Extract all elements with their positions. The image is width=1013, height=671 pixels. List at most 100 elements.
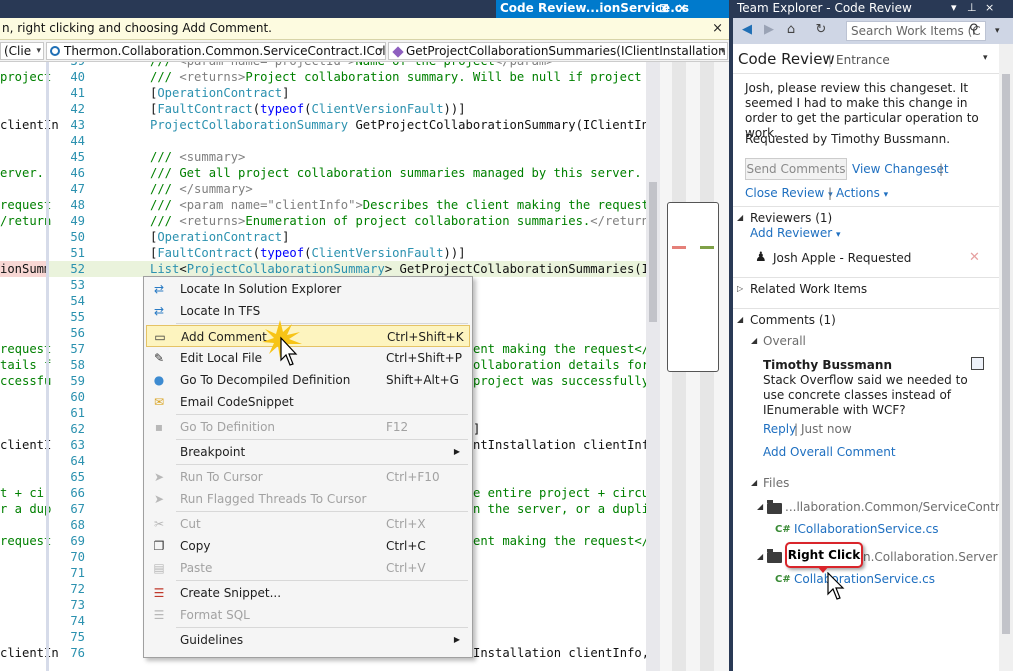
nav-project-dropdown[interactable]: (Clie ▾ — [0, 42, 44, 60]
menu-item-label: Paste — [180, 561, 213, 575]
code-line[interactable]: 50 [OperationContract] — [49, 229, 646, 245]
menu-item-run-flagged-threads-to-cursor[interactable]: ➤ Run Flagged Threads To Cursor — [146, 488, 470, 510]
editor-vertical-scrollbar[interactable] — [646, 62, 660, 671]
overview-change-removed — [672, 246, 686, 249]
code-line[interactable]: 40 /// <returns>Project collaboration sum… — [49, 69, 646, 85]
view-changeset-link[interactable]: View Changeset — [852, 162, 949, 177]
menu-item-go-to-definition[interactable]: ▪ Go To Definition F12 — [146, 416, 470, 438]
work-items-search-input[interactable]: Search Work Items (C — [846, 21, 986, 41]
team-explorer-panel: Team Explorer - Code Review ▾ ⊥ × ◀ ▶ ⌂ … — [733, 0, 1013, 671]
chevron-down-icon: ▾ — [378, 46, 383, 56]
team-explorer-scrollbar[interactable] — [999, 44, 1013, 671]
code-line[interactable]: 52 List<ProjectCollaborationSummary> GetP… — [49, 261, 646, 277]
diff-overview-map[interactable] — [660, 62, 729, 671]
menu-item-format-sql[interactable]: ☰ Format SQL — [146, 604, 470, 626]
code-line[interactable]: 39 /// <param name="projectId">Name of th… — [49, 62, 646, 69]
menu-item-run-to-cursor[interactable]: ➤ Run To Cursor Ctrl+F10 — [146, 466, 470, 488]
run-flagged-icon: ➤ — [153, 492, 165, 506]
menu-item-label: Edit Local File — [180, 351, 263, 365]
pin-icon[interactable]: ⊠ — [659, 0, 669, 17]
close-icon[interactable]: × — [985, 0, 994, 16]
person-icon: ♟ — [755, 250, 767, 265]
code-text: [OperationContract] — [150, 86, 290, 100]
code-line[interactable]: 43 ProjectCollaborationSummary GetProject… — [49, 117, 646, 133]
split-pane-code-fragment: erver. — [0, 166, 45, 180]
close-tip-icon[interactable]: × — [712, 18, 723, 39]
comments-section-header[interactable]: ◢ Comments (1) — [733, 308, 999, 332]
back-icon[interactable]: ◀ — [739, 22, 755, 38]
actions-link[interactable]: Actions ▾ — [836, 186, 888, 203]
menu-item-edit-local-file[interactable]: ✎ Edit Local File Ctrl+Shift+P — [146, 347, 470, 369]
overview-viewport[interactable] — [667, 202, 719, 372]
collapse-triangle-icon[interactable]: ◢ — [751, 478, 757, 487]
menu-item-locate-in-solution-explorer[interactable]: ⇄ Locate In Solution Explorer — [146, 278, 470, 300]
code-line[interactable]: 51 [FaultContract(typeof(ClientVersionFau… — [49, 245, 646, 261]
send-comments-button[interactable]: Send Comments — [745, 158, 847, 180]
related-work-items-section-header[interactable]: ▷ Related Work Items — [733, 277, 999, 301]
menu-item-paste[interactable]: ▤ Paste Ctrl+V — [146, 557, 470, 579]
files-group-header: Files — [763, 476, 790, 490]
code-line[interactable]: 48 /// <param name="clientInfo">Describes… — [49, 197, 646, 213]
collapse-triangle-icon: ◢ — [737, 213, 744, 222]
menu-item-label: Go To Decompiled Definition — [180, 373, 351, 387]
menu-item-email-codesnippet[interactable]: ✉ Email CodeSnippet — [146, 391, 470, 413]
file-link[interactable]: CollaborationService.cs — [794, 572, 935, 587]
chevron-down-icon[interactable]: ▾ — [995, 21, 1000, 41]
code-line[interactable]: 41 [OperationContract] — [49, 85, 646, 101]
comment-resolved-checkbox[interactable] — [971, 357, 984, 370]
code-line[interactable]: 46 /// Get all project collaboration summ… — [49, 165, 646, 181]
pane-divider[interactable] — [729, 0, 733, 671]
code-line[interactable]: 44 — [49, 133, 646, 149]
sync-arrows-icon: ⇄ — [153, 304, 165, 318]
scrollbar-thumb[interactable] — [649, 182, 657, 322]
line-number: 67 — [70, 502, 85, 516]
menu-item-shortcut: Shift+Alt+G — [386, 373, 459, 387]
menu-item-copy[interactable]: ❐ Copy Ctrl+C — [146, 535, 470, 557]
copy-icon: ❐ — [153, 539, 165, 553]
code-line[interactable]: 49 /// <returns>Enumeration of project co… — [49, 213, 646, 229]
nav-member-dropdown[interactable]: GetProjectCollaborationSummaries(IClient… — [388, 42, 728, 60]
collapse-triangle-icon[interactable]: ◢ — [757, 502, 763, 511]
code-text: [OperationContract] — [150, 230, 290, 244]
collapse-triangle-icon[interactable]: ◢ — [757, 552, 763, 561]
menu-item-add-comment[interactable]: ▭ Add Comment Ctrl+Shift+K — [146, 325, 470, 347]
search-icon[interactable]: ⚲ — [969, 22, 979, 37]
menu-item-cut[interactable]: ✂ Cut Ctrl+X — [146, 513, 470, 535]
add-reviewer-label: Add Reviewer — [750, 226, 833, 240]
pin-icon[interactable]: ⊥ — [967, 0, 977, 16]
refresh-icon[interactable]: ↻ — [813, 22, 829, 38]
code-line[interactable]: 42 [FaultContract(typeof(ClientVersionFau… — [49, 101, 646, 117]
decompile-icon: ● — [153, 373, 165, 387]
split-pane-code-fragment: r a dup — [0, 502, 52, 516]
menu-item-breakpoint[interactable]: Breakpoint ▶ — [146, 441, 470, 463]
menu-item-label: Run Flagged Threads To Cursor — [180, 492, 367, 506]
split-pane-code-fragment: request — [0, 198, 52, 212]
goto-definition-icon: ▪ — [154, 420, 164, 434]
code-line[interactable]: 45 /// <summary> — [49, 149, 646, 165]
add-overall-comment-link[interactable]: Add Overall Comment — [763, 445, 896, 460]
collapse-triangle-icon[interactable]: ◢ — [751, 336, 757, 345]
menu-item-locate-in-tfs[interactable]: ⇄ Locate In TFS — [146, 300, 470, 322]
nav-type-dropdown[interactable]: Thermon.Collaboration.Common.ServiceCont… — [46, 42, 386, 60]
file-link[interactable]: ICollaborationService.cs — [794, 522, 939, 537]
close-review-link[interactable]: Close Review ▾ — [745, 186, 833, 203]
split-pane-code-fragment: request — [0, 534, 52, 548]
line-number: 44 — [70, 134, 85, 148]
add-reviewer-link[interactable]: Add Reviewer ▾ — [750, 226, 841, 243]
close-tab-icon[interactable]: × — [677, 0, 687, 17]
reply-link[interactable]: Reply — [763, 422, 796, 437]
forward-icon[interactable]: ▶ — [761, 22, 777, 38]
window-menu-icon[interactable]: ▾ — [951, 0, 957, 16]
chevron-down-icon[interactable]: ▾ — [983, 53, 988, 63]
home-icon[interactable]: ⌂ — [783, 22, 799, 38]
menu-item-guidelines[interactable]: Guidelines ▶ — [146, 629, 470, 651]
menu-item-label: Email CodeSnippet — [180, 395, 294, 409]
document-tab[interactable]: Code Review...ionService.cs ⊠ × — [496, 0, 729, 18]
menu-item-shortcut: Ctrl+F10 — [386, 470, 440, 484]
scrollbar-thumb[interactable] — [1002, 74, 1010, 634]
remove-reviewer-icon[interactable]: ✕ — [969, 250, 980, 265]
code-line[interactable]: 47 /// </summary> — [49, 181, 646, 197]
menu-item-create-snippet[interactable]: ☰ Create Snippet... — [146, 582, 470, 604]
split-pane-code-fragment: /return — [0, 214, 52, 228]
menu-item-go-to-decompiled-definition[interactable]: ● Go To Decompiled Definition Shift+Alt+G — [146, 369, 470, 391]
